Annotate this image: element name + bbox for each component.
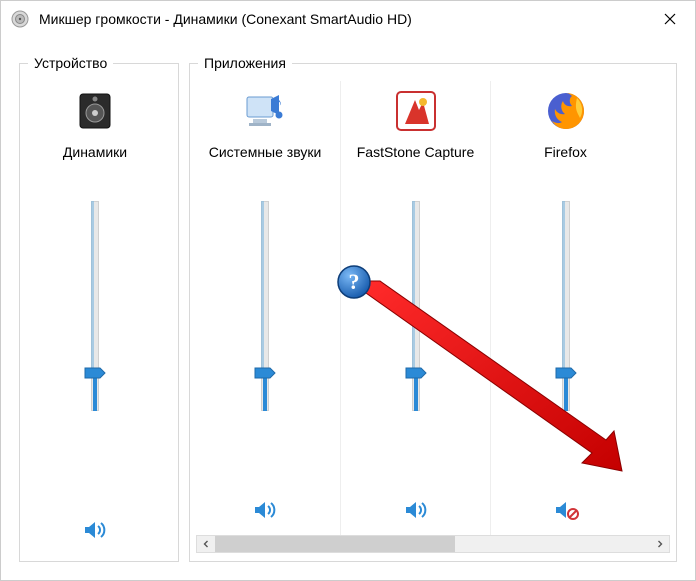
- scroll-right-button[interactable]: [651, 536, 669, 552]
- channel-app-system-sounds: ♪ Системные звуки: [190, 81, 340, 535]
- mute-button[interactable]: [82, 517, 108, 543]
- applications-group: Приложения ♪ Системные звуки: [189, 55, 677, 562]
- faststone-icon[interactable]: [392, 87, 440, 135]
- titlebar: Микшер громкости - Динамики (Conexant Sm…: [1, 1, 695, 37]
- mute-button[interactable]: [252, 497, 278, 523]
- volume-slider-zone: [20, 201, 170, 505]
- device-group: Устройство Динамики: [19, 55, 179, 562]
- slider-fill: [414, 373, 418, 411]
- scroll-track[interactable]: [215, 536, 651, 552]
- applications-group-legend: Приложения: [198, 55, 292, 71]
- channel-label: FastStone Capture: [357, 143, 475, 179]
- speaker-icon: [252, 497, 278, 523]
- channel-device-speakers: Динамики: [20, 81, 170, 555]
- close-button[interactable]: [647, 3, 693, 35]
- scroll-thumb[interactable]: [215, 536, 455, 552]
- speaker-device-icon[interactable]: [71, 87, 119, 135]
- apps-horizontal-scrollbar[interactable]: [196, 535, 670, 553]
- channel-label: Системные звуки: [209, 143, 322, 179]
- window-title: Микшер громкости - Динамики (Conexant Sm…: [39, 11, 647, 27]
- volume-slider-zone: [491, 201, 640, 485]
- volume-slider[interactable]: [81, 201, 109, 411]
- chevron-left-icon: [202, 540, 210, 548]
- close-icon: [664, 13, 676, 25]
- firefox-icon[interactable]: [542, 87, 590, 135]
- volume-slider-zone: [341, 201, 490, 485]
- mute-button[interactable]: [403, 497, 429, 523]
- slider-peak: [261, 201, 264, 373]
- slider-peak: [91, 201, 94, 373]
- slider-fill: [564, 373, 568, 411]
- slider-fill: [93, 373, 97, 411]
- app-icon-volume-mixer: [11, 10, 29, 28]
- slider-peak: [412, 201, 415, 373]
- volume-slider[interactable]: [251, 201, 279, 411]
- volume-slider-zone: [190, 201, 340, 485]
- speaker-icon: [403, 497, 429, 523]
- volume-slider[interactable]: [552, 201, 580, 411]
- chevron-right-icon: [656, 540, 664, 548]
- system-sounds-icon[interactable]: ♪: [241, 87, 289, 135]
- speaker-icon: [82, 517, 108, 543]
- content-area: Устройство Динамики Приложения: [1, 37, 695, 580]
- volume-mixer-window: Микшер громкости - Динамики (Conexant Sm…: [0, 0, 696, 581]
- slider-peak: [562, 201, 565, 373]
- svg-text:♪: ♪: [275, 94, 282, 110]
- speaker-muted-icon: [553, 497, 579, 523]
- channel-label: Динамики: [63, 143, 127, 179]
- channel-label: Firefox: [544, 143, 587, 179]
- scroll-left-button[interactable]: [197, 536, 215, 552]
- device-group-legend: Устройство: [28, 55, 113, 71]
- channel-app-faststone: FastStone Capture: [340, 81, 490, 535]
- volume-slider[interactable]: [402, 201, 430, 411]
- channel-app-firefox: Firefox: [490, 81, 640, 535]
- mute-button-muted[interactable]: [553, 497, 579, 523]
- slider-fill: [263, 373, 267, 411]
